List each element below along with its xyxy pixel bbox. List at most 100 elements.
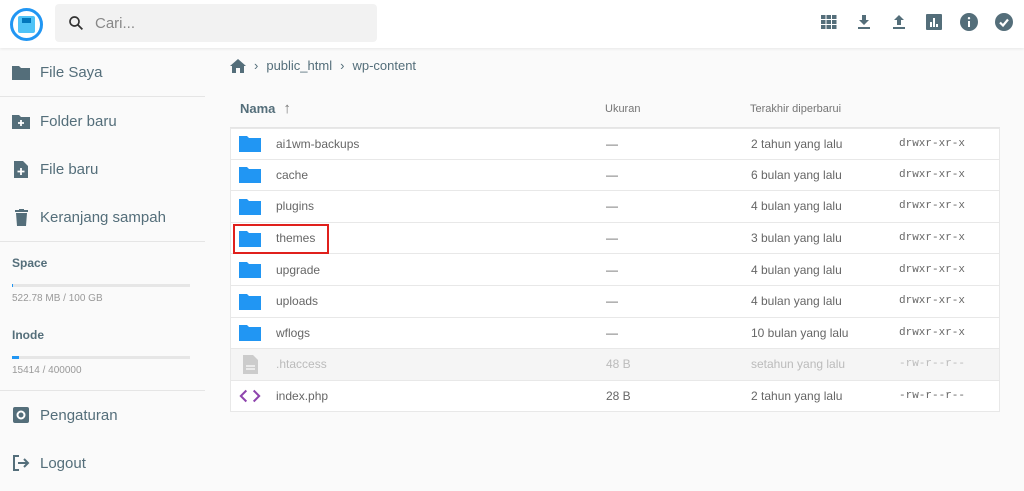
file-permissions: drwxr-xr-x — [899, 138, 965, 150]
sidebar-item-label: Folder baru — [40, 113, 117, 130]
file-size: — — [606, 263, 751, 277]
settings-icon — [12, 406, 30, 424]
trash-icon — [12, 208, 30, 226]
file-size: 28 B — [606, 389, 751, 403]
file-name[interactable]: .htaccess — [276, 357, 327, 371]
file-modified: 2 tahun yang lalu — [751, 137, 899, 151]
grid-view-icon[interactable] — [819, 12, 839, 32]
file-name[interactable]: ai1wm-backups — [276, 137, 359, 151]
file-size: — — [606, 168, 751, 182]
file-name[interactable]: uploads — [276, 294, 318, 308]
file-modified: 4 bulan yang lalu — [751, 263, 899, 277]
folder-icon — [239, 292, 261, 310]
sidebar-item-label: Logout — [40, 455, 86, 472]
chevron-right-icon: › — [254, 58, 258, 73]
table-row[interactable]: uploads — 4 bulan yang lalu drwxr-xr-x — [230, 286, 1000, 318]
file-modified: 6 bulan yang lalu — [751, 168, 899, 182]
file-modified: 2 tahun yang lalu — [751, 389, 899, 403]
table-row[interactable]: plugins — 4 bulan yang lalu drwxr-xr-x — [230, 191, 1000, 223]
file-permissions: drwxr-xr-x — [899, 264, 965, 276]
space-text: 522.78 MB / 100 GB — [12, 293, 193, 304]
search-icon — [67, 14, 85, 32]
search-input[interactable] — [95, 15, 355, 32]
file-permissions: drwxr-xr-x — [899, 295, 965, 307]
sidebar-item-logout[interactable]: Logout — [0, 439, 205, 487]
table-header: Nama ↑ Ukuran Terakhir diperbarui — [230, 90, 1000, 128]
file-size: — — [606, 199, 751, 213]
folder-plus-icon — [12, 112, 30, 130]
app-logo[interactable] — [10, 8, 43, 41]
sidebar-item-my-files[interactable]: File Saya — [0, 48, 205, 96]
breadcrumb-item[interactable]: public_html — [266, 58, 332, 73]
highlight-box — [233, 224, 329, 254]
file-permissions: -rw-r--r-- — [899, 358, 965, 370]
file-permissions: drwxr-xr-x — [899, 200, 965, 212]
table-row[interactable]: themes — 3 bulan yang lalu drwxr-xr-x — [230, 223, 1000, 255]
file-size: — — [606, 294, 751, 308]
sidebar-item-trash[interactable]: Keranjang sampah — [0, 193, 205, 241]
logout-icon — [12, 454, 30, 472]
table-row[interactable]: cache — 6 bulan yang lalu drwxr-xr-x — [230, 160, 1000, 192]
code-icon — [239, 387, 261, 405]
check-icon[interactable] — [994, 12, 1014, 32]
table-row[interactable]: .htaccess 48 B setahun yang lalu -rw-r--… — [230, 349, 1000, 381]
sort-by-name[interactable]: Nama ↑ — [230, 100, 605, 117]
table-row[interactable]: upgrade — 4 bulan yang lalu drwxr-xr-x — [230, 254, 1000, 286]
sidebar-item-new-folder[interactable]: Folder baru — [0, 97, 205, 145]
file-name[interactable]: index.php — [276, 389, 328, 403]
file-modified: 3 bulan yang lalu — [751, 231, 899, 245]
folder-icon — [239, 135, 261, 153]
folder-icon — [239, 166, 261, 184]
folder-icon — [239, 324, 261, 342]
arrow-up-icon: ↑ — [283, 100, 291, 117]
sidebar-item-label: Pengaturan — [40, 407, 118, 424]
sidebar-item-label: File baru — [40, 161, 98, 178]
table-row[interactable]: index.php 28 B 2 tahun yang lalu -rw-r--… — [230, 381, 1000, 413]
file-name[interactable]: plugins — [276, 199, 314, 213]
search-box[interactable] — [55, 4, 377, 42]
file-name[interactable]: upgrade — [276, 263, 320, 277]
file-icon — [239, 355, 261, 373]
sidebar-item-new-file[interactable]: File baru — [0, 145, 205, 193]
chart-icon[interactable] — [924, 12, 944, 32]
inode-text: 15414 / 400000 — [12, 365, 193, 376]
sidebar: File Saya Folder baru File baru Keranjan… — [0, 48, 205, 491]
sidebar-item-label: File Saya — [40, 64, 103, 81]
download-icon[interactable] — [854, 12, 874, 32]
folder-icon — [239, 197, 261, 215]
sidebar-item-label: Keranjang sampah — [40, 209, 166, 226]
file-permissions: drwxr-xr-x — [899, 327, 965, 339]
file-size: 48 B — [606, 357, 751, 371]
file-modified: 4 bulan yang lalu — [751, 294, 899, 308]
space-label: Space — [12, 256, 193, 270]
file-size: — — [606, 137, 751, 151]
file-plus-icon — [12, 160, 30, 178]
file-table: Nama ↑ Ukuran Terakhir diperbarui ai1wm-b… — [230, 90, 1000, 412]
file-size: — — [606, 231, 751, 245]
upload-icon[interactable] — [889, 12, 909, 32]
info-icon[interactable] — [959, 12, 979, 32]
space-usage: Space 522.78 MB / 100 GB Inode 15414 / 4… — [0, 256, 205, 376]
file-modified: 10 bulan yang lalu — [751, 326, 899, 340]
column-size[interactable]: Ukuran — [605, 103, 750, 115]
breadcrumb: › public_html › wp-content — [230, 58, 416, 73]
file-size: — — [606, 326, 751, 340]
inode-label: Inode — [12, 328, 193, 342]
table-row[interactable]: ai1wm-backups — 2 tahun yang lalu drwxr-… — [230, 128, 1000, 160]
file-name[interactable]: cache — [276, 168, 308, 182]
file-name[interactable]: wflogs — [276, 326, 310, 340]
file-modified: 4 bulan yang lalu — [751, 199, 899, 213]
column-modified[interactable]: Terakhir diperbarui — [750, 103, 898, 115]
folder-icon — [12, 63, 30, 81]
home-icon[interactable] — [230, 59, 246, 73]
breadcrumb-item[interactable]: wp-content — [352, 58, 416, 73]
file-permissions: -rw-r--r-- — [899, 390, 965, 402]
sidebar-item-settings[interactable]: Pengaturan — [0, 391, 205, 439]
column-name: Nama — [240, 101, 275, 116]
file-modified: setahun yang lalu — [751, 357, 899, 371]
folder-icon — [239, 261, 261, 279]
table-row[interactable]: wflogs — 10 bulan yang lalu drwxr-xr-x — [230, 318, 1000, 350]
file-permissions: drwxr-xr-x — [899, 169, 965, 181]
file-permissions: drwxr-xr-x — [899, 232, 965, 244]
chevron-right-icon: › — [340, 58, 344, 73]
